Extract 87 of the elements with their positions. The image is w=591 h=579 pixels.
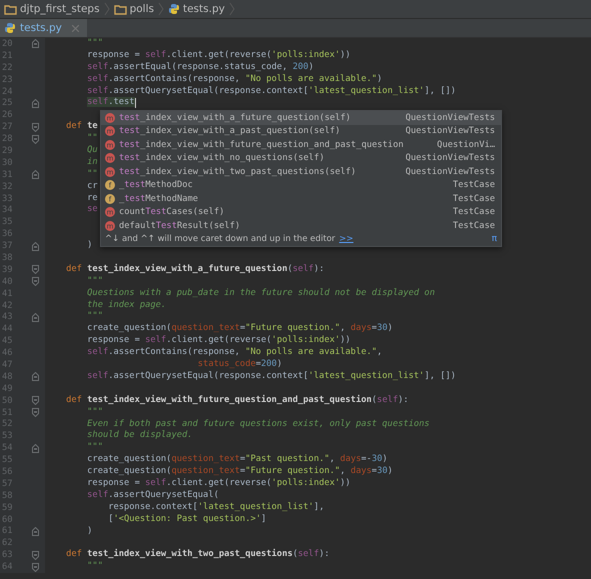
code-line: in bbox=[86, 156, 98, 169]
fold-icon[interactable] bbox=[32, 372, 39, 382]
completion-type: QuestionViewTests bbox=[405, 126, 495, 136]
completion-type: QuestionViewTests bbox=[405, 153, 495, 164]
fold-icon[interactable] bbox=[32, 396, 39, 406]
code-line: Qu bbox=[86, 145, 98, 157]
completion-name: _testMethodDoc bbox=[119, 180, 194, 190]
fold-icon[interactable] bbox=[32, 408, 39, 418]
code-line: re bbox=[86, 192, 98, 204]
fold-icon[interactable] bbox=[32, 444, 39, 453]
code-line: def test_index_view_with_a_future_question(self): bbox=[65, 264, 324, 276]
fold-icon[interactable] bbox=[32, 39, 39, 48]
code-line: se bbox=[86, 204, 98, 216]
fold-icon[interactable] bbox=[32, 550, 39, 560]
code-line: should be displayed. bbox=[86, 430, 193, 442]
code-line: """ bbox=[86, 38, 103, 50]
completion-type: TestCase bbox=[452, 194, 495, 204]
completion-type: TestCase bbox=[452, 180, 495, 190]
folder-icon bbox=[114, 4, 127, 14]
pin-button[interactable]: π bbox=[492, 234, 497, 244]
code-line: """ bbox=[86, 442, 103, 454]
code-line: """ bbox=[86, 311, 103, 323]
fold-icon[interactable] bbox=[32, 562, 39, 572]
completion-type: QuestionVi… bbox=[437, 140, 495, 150]
fold-icon[interactable] bbox=[32, 170, 39, 180]
breadcrumb-item[interactable]: polls bbox=[130, 3, 154, 15]
code-line: ) bbox=[86, 526, 92, 538]
python-file-icon bbox=[168, 3, 180, 15]
code-line: """ bbox=[86, 276, 103, 288]
code-line: def test_index_view_with_future_question_and_past_question(self): bbox=[65, 394, 409, 407]
code-line: "" bbox=[86, 133, 98, 146]
fold-icon[interactable] bbox=[32, 134, 39, 144]
completion-name: test_index_view_with_no_questions(self) bbox=[119, 153, 326, 164]
file-tab[interactable]: tests.py bbox=[0, 19, 87, 37]
hint-text: ^↓ and ^↑ will move caret down and up in the editor bbox=[105, 234, 336, 244]
completion-type: TestCase bbox=[452, 207, 495, 218]
code-line: Even if both past and future questions exist, only past questions bbox=[86, 418, 430, 430]
fold-icon[interactable] bbox=[32, 277, 39, 286]
completion-name: _testMethodName bbox=[119, 194, 200, 204]
fold-icon[interactable] bbox=[32, 98, 39, 108]
fold-icon[interactable] bbox=[32, 526, 39, 536]
completion-name: test_index_view_with_future_question_and_past_question bbox=[119, 140, 404, 150]
code-line: """ bbox=[86, 406, 103, 419]
chevron-icon bbox=[158, 2, 164, 16]
completion-type: QuestionViewTests bbox=[405, 166, 495, 177]
breadcrumb-item[interactable]: djtp_first_steps bbox=[20, 3, 100, 15]
code-line: response.context['latest_question_list'], bbox=[107, 502, 324, 514]
code-line: self.assertQuerysetEqual(response.context['latest_question_list'], []) bbox=[86, 86, 456, 97]
code-line: def te bbox=[65, 121, 98, 134]
breadcrumb-item[interactable]: tests.py bbox=[182, 3, 225, 15]
completion-name: test_index_view_with_two_past_questions(self) bbox=[119, 166, 358, 177]
completion-type: QuestionViewTests bbox=[405, 112, 495, 123]
code-line: def test_index_view_with_two_past_questions(self): bbox=[65, 549, 330, 562]
code-line: cr bbox=[86, 180, 98, 193]
code-line: ['<Question: Past question.>'] bbox=[107, 514, 266, 526]
completion-type: TestCase bbox=[452, 220, 495, 231]
code-line: the index page. bbox=[86, 300, 166, 312]
chevron-icon bbox=[104, 2, 110, 16]
fold-icon[interactable] bbox=[32, 122, 39, 132]
code-line: create_question(question_text="Past question.", days=-30) bbox=[86, 454, 388, 466]
code-line: "" bbox=[86, 168, 98, 181]
completion-name: test_index_view_with_a_past_question(self) bbox=[119, 126, 342, 136]
code-line: create_question(question_text="Future question.", days=30) bbox=[86, 323, 393, 335]
fold-icon[interactable] bbox=[32, 242, 39, 251]
fold-icon[interactable] bbox=[32, 312, 39, 322]
code-line: self.assertEqual(response.status_code, 200) bbox=[86, 62, 314, 74]
code-line: response = self.client.get(reverse('polls:index')) bbox=[86, 50, 351, 62]
python-file-icon bbox=[4, 22, 16, 34]
code-line: self.assertQuerysetEqual(response.context['latest_question_list'], []) bbox=[86, 370, 456, 383]
completion-name: defaultTestResult(self) bbox=[119, 220, 242, 231]
code-line: create_question(question_text="Future question.", days=30) bbox=[86, 466, 393, 478]
fold-icon[interactable] bbox=[32, 265, 39, 274]
code-line: self.assertContains(response, "No polls are available.") bbox=[86, 74, 382, 86]
completion-name: countTestCases(self) bbox=[119, 207, 226, 218]
hint-link[interactable]: >> bbox=[339, 234, 354, 244]
completion-name: test_index_view_with_a_future_question(self) bbox=[119, 112, 352, 123]
chevron-icon bbox=[228, 2, 235, 16]
code-line: ) bbox=[86, 240, 92, 252]
code-line: self.assertQuerysetEqual( bbox=[86, 490, 219, 502]
code-line: Questions with a pub_date in the future should not be displayed on bbox=[86, 288, 435, 300]
code-line: response = self.client.get(reverse('polls:index')) bbox=[86, 335, 351, 347]
folder-icon bbox=[4, 4, 17, 14]
code-line: self.test bbox=[86, 97, 135, 110]
code-line: self.assertContains(response, "No polls are available.", bbox=[86, 347, 382, 359]
code-line: status_code=200) bbox=[196, 359, 282, 371]
code-line: response = self.client.get(reverse('polls:index')) bbox=[86, 478, 351, 490]
code-line: """ bbox=[86, 561, 103, 574]
